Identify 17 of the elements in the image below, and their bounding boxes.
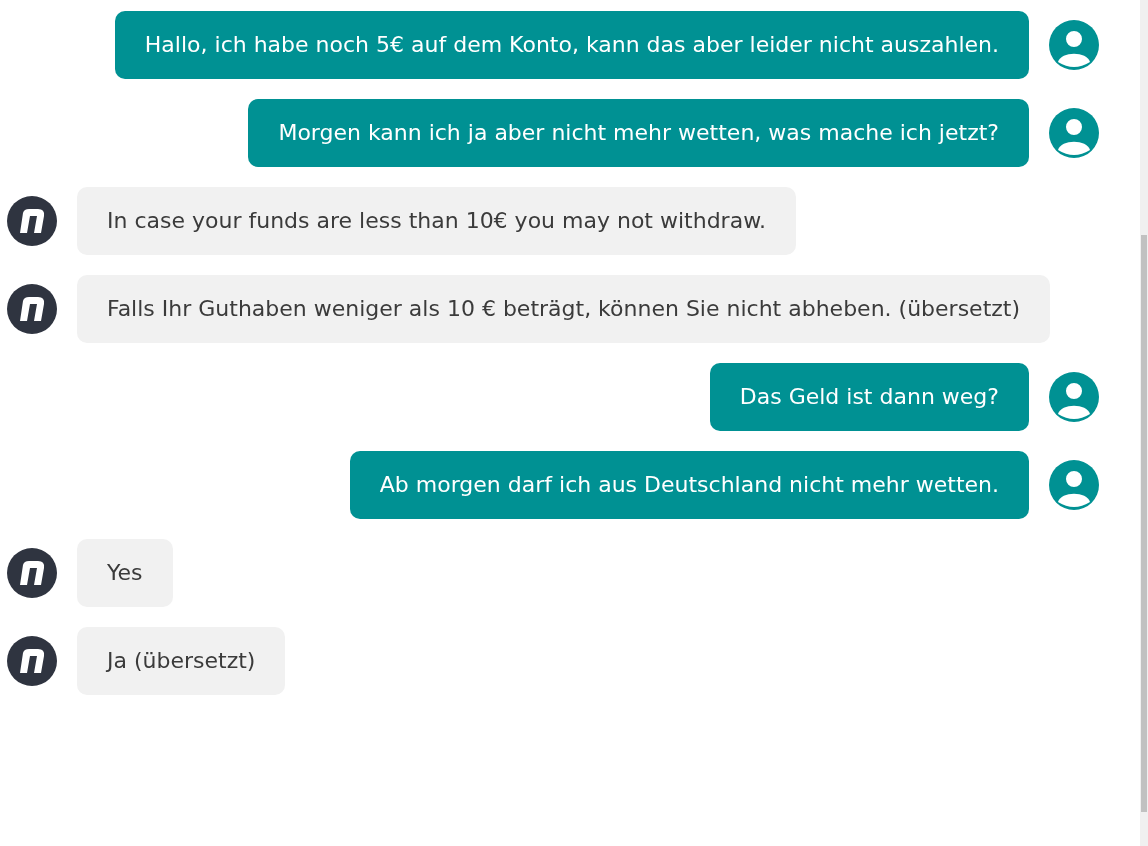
bot-logo-icon	[7, 636, 57, 686]
bot-message: Falls Ihr Guthaben weniger als 10 € beträgt, können Sie nicht abheben. (übersetzt)	[77, 275, 1051, 343]
bot-message: Ja (übersetzt)	[77, 627, 286, 695]
user-avatar-icon	[1049, 20, 1099, 70]
user-message: Das Geld ist dann weg?	[709, 363, 1029, 431]
bot-logo-icon	[7, 196, 57, 246]
user-avatar-icon	[1049, 460, 1099, 510]
user-message: Morgen kann ich ja aber nicht mehr wetten, was mache ich jetzt?	[248, 99, 1029, 167]
user-avatar-icon	[1049, 108, 1099, 158]
scrollbar[interactable]	[1140, 0, 1148, 846]
bot-message: In case your funds are less than 10€ you may not withdraw.	[77, 187, 797, 255]
bot-logo-icon	[7, 284, 57, 334]
bot-logo-icon	[7, 548, 57, 598]
user-avatar-icon	[1049, 372, 1099, 422]
user-message: Ab morgen darf ich aus Deutschland nicht mehr wetten.	[349, 451, 1029, 519]
bot-message: Yes	[77, 539, 173, 607]
user-message: Hallo, ich habe noch 5€ auf dem Konto, kann das aber leider nicht auszahlen.	[114, 11, 1029, 79]
